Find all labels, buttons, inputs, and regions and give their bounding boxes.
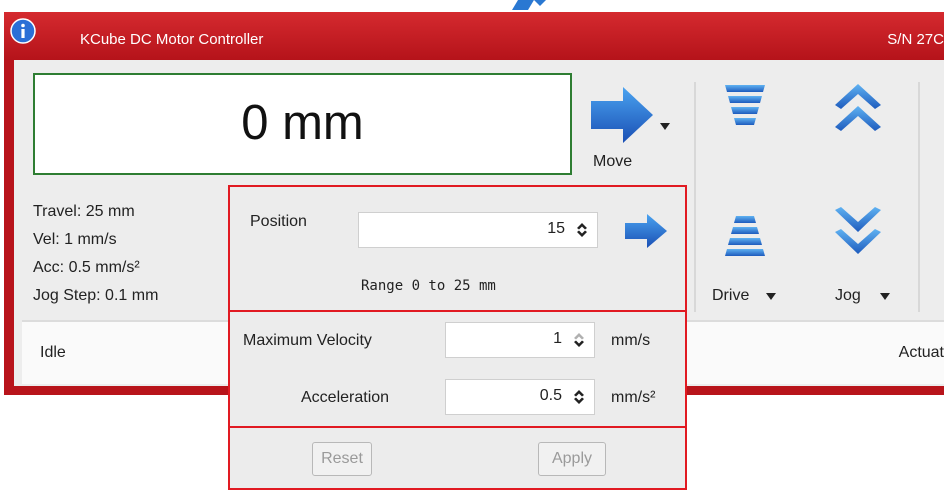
velocity-text: Vel: 1 mm/s bbox=[33, 231, 117, 248]
drive-down-icon[interactable] bbox=[725, 216, 765, 261]
toolbar-divider bbox=[918, 82, 920, 312]
jog-up-icon[interactable] bbox=[835, 84, 881, 134]
spinner-icon[interactable] bbox=[572, 331, 586, 349]
buttons-popup: Reset Apply bbox=[228, 426, 687, 490]
jog-down-icon[interactable] bbox=[835, 207, 881, 257]
status-state: Idle bbox=[40, 344, 66, 361]
toolbar-divider bbox=[694, 82, 696, 312]
jog-button-label[interactable]: Jog bbox=[835, 287, 861, 305]
serial-number: S/N 27C bbox=[887, 31, 944, 48]
max-velocity-value: 1 bbox=[553, 330, 562, 347]
drive-up-icon[interactable] bbox=[725, 85, 765, 130]
acceleration-input[interactable]: 0.5 bbox=[445, 379, 595, 415]
status-actuator: Actuat bbox=[898, 344, 944, 361]
move-dropdown-icon[interactable] bbox=[660, 123, 670, 130]
max-velocity-label: Maximum Velocity bbox=[243, 332, 372, 349]
drive-dropdown-icon[interactable] bbox=[766, 293, 776, 300]
drive-button-label[interactable]: Drive bbox=[712, 287, 749, 305]
title-bar[interactable]: KCube DC Motor Controller S/N 27C bbox=[4, 12, 944, 60]
position-popup: Position 15 Range 0 to 25 mm bbox=[228, 185, 687, 312]
info-icon[interactable] bbox=[10, 18, 36, 44]
max-velocity-input[interactable]: 1 bbox=[445, 322, 595, 358]
settings-summary: Travel: 25 mm Vel: 1 mm/s Acc: 0.5 mm/s²… bbox=[33, 198, 158, 310]
move-arrow-icon[interactable] bbox=[591, 87, 653, 143]
background-arrow-fragment bbox=[512, 0, 546, 10]
range-text: Range 0 to 25 mm bbox=[361, 278, 496, 294]
acceleration-unit: mm/s² bbox=[611, 389, 656, 406]
apply-button[interactable]: Apply bbox=[538, 442, 606, 476]
position-value: 0 mm bbox=[241, 96, 364, 150]
travel-text: Travel: 25 mm bbox=[33, 203, 135, 220]
move-button-label[interactable]: Move bbox=[593, 153, 632, 171]
acceleration-value: 0.5 bbox=[539, 387, 562, 404]
position-input[interactable]: 15 bbox=[358, 212, 598, 248]
position-display: 0 mm bbox=[33, 73, 572, 175]
max-velocity-unit: mm/s bbox=[611, 332, 651, 349]
go-to-position-icon[interactable] bbox=[625, 214, 667, 248]
acceleration-label: Acceleration bbox=[301, 389, 390, 406]
spinner-icon[interactable] bbox=[572, 388, 586, 406]
velocity-popup: Maximum Velocity 1 mm/s Acceleration 0.5… bbox=[228, 310, 687, 428]
spinner-icon[interactable] bbox=[575, 221, 589, 239]
jog-step-text: Jog Step: 0.1 mm bbox=[33, 287, 159, 304]
position-input-value: 15 bbox=[547, 220, 565, 237]
acceleration-text: Acc: 0.5 mm/s² bbox=[33, 259, 140, 276]
position-label: Position bbox=[250, 213, 307, 230]
reset-button[interactable]: Reset bbox=[312, 442, 372, 476]
window-title: KCube DC Motor Controller bbox=[80, 31, 264, 48]
jog-dropdown-icon[interactable] bbox=[880, 293, 890, 300]
